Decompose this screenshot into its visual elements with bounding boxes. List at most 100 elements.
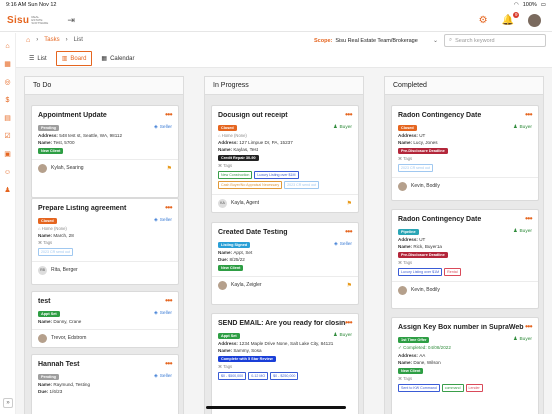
exit-icon[interactable]: ⇥ xyxy=(67,15,75,26)
task-title[interactable]: Radon Contingency Date xyxy=(398,216,526,223)
sidebar-dollar-icon[interactable]: $ xyxy=(6,97,10,105)
assignee-avatar xyxy=(218,280,227,290)
sidebar-goals-icon[interactable]: ◎ xyxy=(4,79,10,87)
tab-board[interactable]: ▥ Board xyxy=(55,51,93,66)
status-row: Pending ◈ Seller xyxy=(38,373,172,380)
task-title[interactable]: Radon Contingency Date xyxy=(398,112,526,119)
sidebar-tasks-icon[interactable]: ☑ xyxy=(4,133,10,141)
search-input[interactable]: ⌕ Search keyword xyxy=(444,34,546,47)
assignee-name: Kevin, Bodily xyxy=(411,183,440,189)
tag-row: New Client xyxy=(398,368,532,374)
tab-calendar[interactable]: ▦ Calendar xyxy=(96,52,139,65)
more-options-icon[interactable]: ••• xyxy=(165,296,172,305)
column-title: To Do xyxy=(25,77,183,95)
status-row: Pipeline ♟ Buyer xyxy=(398,228,532,235)
role-label: Buyer xyxy=(339,333,352,338)
assignee-avatar xyxy=(398,285,407,295)
tag-chip: Rental xyxy=(444,268,461,276)
detail-line: Name: Sammy, Sosa xyxy=(218,348,262,353)
tag-icon: ◈ xyxy=(154,311,158,316)
more-options-icon[interactable]: ••• xyxy=(165,110,172,119)
scope-selector[interactable]: Scope: Sisu Real Estate Team/Brokerage ⌄ xyxy=(314,34,438,47)
task-title[interactable]: Prepare Listing agreement xyxy=(38,205,166,212)
card-footer: Kevin, Bodily xyxy=(392,281,538,298)
scope-value: Sisu Real Estate Team/Brokerage xyxy=(335,37,418,44)
tag-row: Luxury Listing over $1M Rental xyxy=(398,268,532,276)
task-title[interactable]: Hannah Test xyxy=(38,361,166,368)
battery-percent: 100% xyxy=(522,2,537,8)
sidebar-contacts-icon[interactable]: ☺ xyxy=(4,169,11,177)
notifications-bell-icon[interactable]: 🔔 9 xyxy=(502,12,519,26)
more-options-icon[interactable]: ••• xyxy=(525,214,532,223)
sidebar-calendar-icon[interactable]: ▣ xyxy=(4,151,11,159)
sidebar-reports-icon[interactable]: ▤ xyxy=(4,115,11,123)
flag-icon[interactable]: ⚑ xyxy=(347,282,352,289)
list-icon: ☰ xyxy=(29,56,35,62)
assignee-avatar xyxy=(38,333,47,343)
sidebar-expand-icon[interactable]: » xyxy=(3,398,13,408)
settings-gear-icon[interactable]: ⚙ xyxy=(479,15,488,26)
tag-row: Pre-Disclosure Deadline xyxy=(398,252,532,258)
task-card[interactable]: Prepare Listing agreement ••• Closed ◈ Selle… xyxy=(31,198,179,285)
breadcrumb-home-icon[interactable]: ⌂ xyxy=(26,37,30,44)
task-card[interactable]: Docusign out receipt ••• Closed ♟ Buyer ⌂ Hom… xyxy=(211,105,359,213)
tags-label: ⌘ Tags xyxy=(218,364,233,369)
tag-chip: New Client xyxy=(38,148,64,154)
tag-chip: New Client xyxy=(218,265,244,271)
task-card[interactable]: Assign Key Box number in SupraWeb ••• 1st … xyxy=(391,317,539,414)
more-options-icon[interactable]: ••• xyxy=(165,359,172,368)
detail-line: ⌂ Home (None) xyxy=(218,133,247,138)
sidebar-dashboard-icon[interactable]: ▦ xyxy=(4,61,11,69)
detail-key: Address: xyxy=(218,140,240,145)
sidebar-home-icon[interactable]: ⌂ xyxy=(5,43,9,51)
status-badge: Listing Signed xyxy=(218,241,251,248)
detail-line: Address: UT xyxy=(398,133,426,138)
status-badge: Closed xyxy=(218,124,237,131)
task-card[interactable]: Radon Contingency Date ••• Closed ♟ Buyer Add… xyxy=(391,105,539,201)
task-title[interactable]: Appointment Update xyxy=(38,112,166,119)
role-label: Seller xyxy=(159,218,172,223)
more-options-icon[interactable]: ••• xyxy=(165,203,172,212)
person-icon: ♟ xyxy=(333,125,338,130)
more-options-icon[interactable]: ••• xyxy=(525,322,532,331)
card-footer: Kylah, Searing ⚑ xyxy=(32,159,178,176)
user-avatar[interactable] xyxy=(528,14,541,27)
tag-chip: 2023 CR send out xyxy=(284,181,320,189)
status-bar: 9:16 AM Sun Nov 12 ◠ 100% ▭ xyxy=(0,0,552,10)
detail-key: Due: xyxy=(38,389,50,394)
task-card[interactable]: Radon Contingency Date ••• Pipeline ♟ Buyer A… xyxy=(391,209,539,309)
more-options-icon[interactable]: ••• xyxy=(345,110,352,119)
flag-icon[interactable]: ⚑ xyxy=(347,200,352,207)
task-card[interactable]: Appointment Update ••• Pending ◈ Seller Addre… xyxy=(31,105,179,198)
breadcrumb-tasks[interactable]: Tasks xyxy=(44,37,59,43)
role-label: Buyer xyxy=(519,229,532,234)
task-card[interactable]: SEND EMAIL: Are you ready for closing? ••… xyxy=(211,313,359,414)
task-title[interactable]: Created Date Testing xyxy=(218,229,346,236)
sidebar-team-icon[interactable]: ♟ xyxy=(4,187,10,195)
more-options-icon[interactable]: ••• xyxy=(345,318,352,327)
card-footer: Trevor, Edstrom xyxy=(32,329,178,346)
detail-key: Name: xyxy=(38,382,54,387)
tab-list[interactable]: ☰ List xyxy=(24,52,52,65)
person-icon: ♟ xyxy=(333,333,338,338)
task-title[interactable]: Docusign out receipt xyxy=(218,112,346,119)
detail-line: Address: AA xyxy=(398,353,426,358)
more-options-icon[interactable]: ••• xyxy=(345,227,352,236)
detail-line: Name: Test, 5700 xyxy=(38,140,75,145)
detail-line: Name: Kaylas, Test xyxy=(218,147,259,152)
flag-icon[interactable]: ⚑ xyxy=(167,165,172,172)
task-title[interactable]: test xyxy=(38,298,166,305)
top-nav-bar: Sisu REAL ESTATE SOFTWARE ⇥ ⚙ 🔔 9 xyxy=(0,10,552,32)
tag-chip: Complete with 5 Star Review xyxy=(218,356,276,362)
task-card[interactable]: Created Date Testing ••• Listing Signed ◈ Se… xyxy=(211,222,359,305)
task-card[interactable]: Hannah Test ••• Pending ◈ Seller Name: Raymun… xyxy=(31,354,179,414)
assignee-avatar xyxy=(38,163,47,173)
detail-line: Name: Danny, Crane xyxy=(38,319,82,324)
task-card[interactable]: test ••• Appt Set ◈ Seller Name: Danny, Crane… xyxy=(31,291,179,348)
task-title[interactable]: Assign Key Box number in SupraWeb xyxy=(398,324,526,331)
tags-label: ⌘ Tags xyxy=(398,376,413,381)
more-options-icon[interactable]: ••• xyxy=(525,110,532,119)
status-badge: Pipeline xyxy=(398,228,419,235)
sisu-logo[interactable]: Sisu REAL ESTATE SOFTWARE xyxy=(7,15,48,26)
task-title[interactable]: SEND EMAIL: Are you ready for closing? xyxy=(218,320,346,327)
